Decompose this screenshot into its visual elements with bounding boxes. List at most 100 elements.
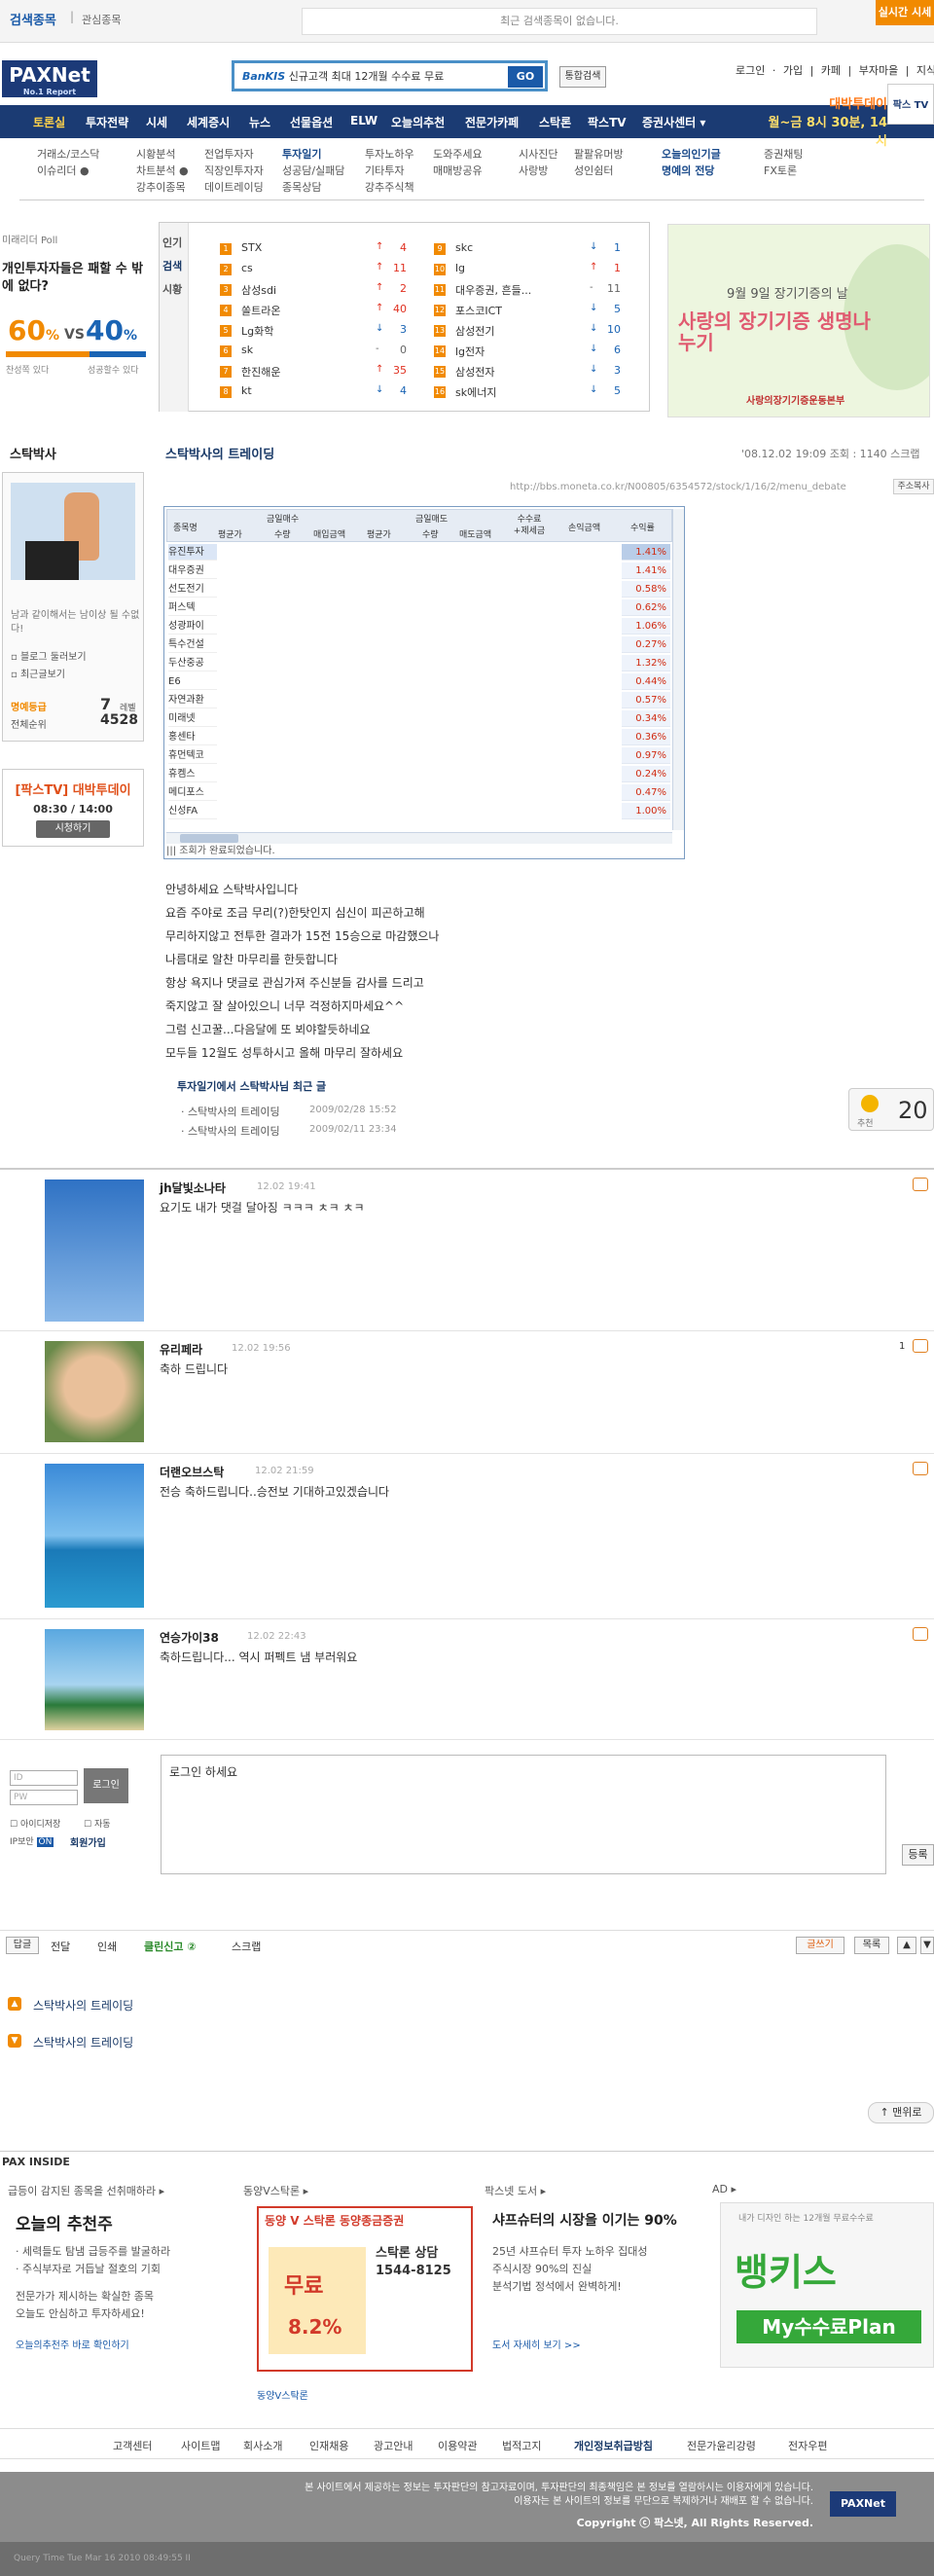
- subnav-link[interactable]: FX토론: [764, 163, 803, 179]
- grid-horizontal-scrollbar[interactable]: [166, 832, 672, 844]
- ip-security[interactable]: IP보안 ON: [10, 1834, 54, 1847]
- rank-row[interactable]: 11 대우증권, 흔들... - 11: [434, 281, 638, 301]
- tab-popular[interactable]: 인기: [162, 235, 182, 250]
- subnav-link[interactable]: 명예의 전당: [662, 163, 721, 179]
- watch-button[interactable]: 시청하기: [36, 820, 110, 838]
- scroll-thumb[interactable]: [180, 834, 238, 843]
- comment-submit-button[interactable]: 등록: [902, 1844, 934, 1866]
- tab-search-stocks[interactable]: 검색종목: [10, 10, 56, 28]
- comment-action-icon[interactable]: [913, 1178, 928, 1191]
- grid-stock-name[interactable]: 대우증권: [168, 562, 217, 579]
- rank-row[interactable]: 15 삼성전자 ↓ 3: [434, 363, 638, 382]
- picks-link[interactable]: 오늘의추천주 바로 확인하기: [16, 2337, 129, 2351]
- rank-row[interactable]: 4 쏠트라온 ↑ 40: [220, 302, 424, 321]
- rank-row[interactable]: 7 한진해운 ↑ 35: [220, 363, 424, 382]
- comment-author[interactable]: jh달빛소나타: [160, 1179, 226, 1196]
- prev-post-button[interactable]: ▲: [897, 1937, 916, 1954]
- tab-market[interactable]: 시황: [162, 281, 182, 297]
- signup-link[interactable]: 회원가입: [70, 1834, 106, 1849]
- rank-row[interactable]: 13 삼성전기 ↓ 10: [434, 322, 638, 342]
- grid-stock-name[interactable]: 특수건설: [168, 636, 217, 653]
- comment-author[interactable]: 연승가이38: [160, 1629, 219, 1646]
- nav-item-stockloan[interactable]: 스탁론: [539, 114, 571, 130]
- search-go-button[interactable]: GO: [508, 66, 543, 88]
- password-field[interactable]: PW: [10, 1790, 78, 1805]
- subnav-link[interactable]: 투자노하우: [365, 146, 414, 163]
- subnav-link[interactable]: 시사진단: [519, 146, 557, 163]
- nav-item-picks[interactable]: 오늘의추천: [391, 114, 445, 130]
- nav-item-paxtv[interactable]: 팍스TV: [588, 114, 627, 130]
- back-to-top-button[interactable]: ↑ 맨위로: [868, 2102, 934, 2123]
- stockloan-link[interactable]: 동양V스탁론: [257, 2387, 308, 2402]
- footer-link[interactable]: 회사소개: [243, 2438, 282, 2453]
- author-name[interactable]: 스탁박사: [10, 444, 56, 462]
- forward-button[interactable]: 전달: [51, 1939, 70, 1954]
- rank-row[interactable]: 16 sk에너지 ↓ 5: [434, 383, 638, 403]
- nav-item-futures[interactable]: 선물옵션: [290, 114, 333, 130]
- grid-stock-name[interactable]: 두산중공: [168, 655, 217, 671]
- subnav-link[interactable]: 투자일기: [282, 146, 344, 163]
- grid-stock-name[interactable]: 선도전기: [168, 581, 217, 598]
- subnav-link[interactable]: 강추주식책: [365, 179, 414, 196]
- grid-stock-name[interactable]: 휴켐스: [168, 766, 217, 782]
- subnav-link[interactable]: 거래소/코스닥: [37, 146, 99, 163]
- grid-stock-name[interactable]: 자연과환: [168, 692, 217, 708]
- next-post-button[interactable]: ▼: [920, 1937, 934, 1954]
- recent-post-item[interactable]: · 스탁박사의 트레이딩: [181, 1123, 280, 1139]
- grid-stock-name[interactable]: 홍센타: [168, 729, 217, 745]
- subnav-link[interactable]: 성공담/실패담: [282, 163, 344, 179]
- grid-stock-name[interactable]: 신성FA: [168, 803, 217, 819]
- footer-link[interactable]: 사이트맵: [181, 2438, 220, 2453]
- subnav-link[interactable]: 전업투자자: [204, 146, 264, 163]
- scrap-button[interactable]: 스크랩: [232, 1939, 261, 1954]
- books-title[interactable]: 샤프슈터의 시장을 이기는 90%: [492, 2210, 677, 2230]
- subnav-link[interactable]: 사랑방: [519, 163, 557, 179]
- site-logo[interactable]: PAXNet No.1 Report: [2, 60, 97, 97]
- grid-stock-name[interactable]: 미래넷: [168, 710, 217, 727]
- nav-item-expert[interactable]: 전문가카페: [465, 114, 519, 130]
- rank-row[interactable]: 8 kt ↓ 4: [220, 383, 424, 403]
- rank-row[interactable]: 14 lg전자 ↓ 6: [434, 343, 638, 362]
- tab-watchlist[interactable]: 관심종목: [82, 12, 121, 27]
- picks-head[interactable]: 급등이 감지된 종목을 선취매하라 ▸: [8, 2183, 227, 2198]
- search-box[interactable]: BanKIS 신규고객 최대 12개월 수수료 무료 GO: [232, 60, 548, 91]
- footer-link[interactable]: 이용약관: [438, 2438, 477, 2453]
- footer-link[interactable]: 전자우편: [788, 2438, 827, 2453]
- subnav-link[interactable]: 직장인투자자: [204, 163, 264, 179]
- grid-stock-name[interactable]: 성광파이: [168, 618, 217, 635]
- subnav-link[interactable]: 도와주세요: [433, 146, 483, 163]
- nav-item-strategy[interactable]: 투자전략: [86, 114, 128, 130]
- subnav-link[interactable]: 데이트레이딩: [204, 179, 264, 196]
- books-head[interactable]: 팍스넷 도서 ▸: [485, 2183, 703, 2198]
- print-button[interactable]: 인쇄: [97, 1939, 117, 1954]
- rank-row[interactable]: 2 cs ↑ 11: [220, 261, 424, 280]
- comment-author[interactable]: 더랜오브스탁: [160, 1464, 224, 1480]
- nav-item-world[interactable]: 세계증시: [187, 114, 230, 130]
- footer-link[interactable]: 고객센터: [113, 2438, 152, 2453]
- comment-action-icon[interactable]: [913, 1462, 928, 1475]
- grid-stock-name[interactable]: 유진투자: [168, 544, 217, 561]
- tab-search[interactable]: 검색: [162, 258, 182, 273]
- subnav-link[interactable]: 시황분석: [136, 146, 189, 163]
- rank-row[interactable]: 5 Lg화학 ↓ 3: [220, 322, 424, 342]
- footer-link[interactable]: 광고안내: [374, 2438, 413, 2453]
- bankis-ad[interactable]: 내가 디자인 하는 12개월 무료수수료 뱅키스 My수수료Plan: [720, 2202, 934, 2368]
- footer-link[interactable]: 법적고지: [502, 2438, 541, 2453]
- auto-login-checkbox[interactable]: ☐ 자동: [84, 1817, 111, 1830]
- recommend-button[interactable]: 추천 20: [848, 1088, 934, 1131]
- rank-row[interactable]: 10 lg ↑ 1: [434, 261, 638, 280]
- recent-posts-title[interactable]: 투자일기에서 스탁박사님 최근 글: [177, 1078, 326, 1094]
- nav-item-quotes[interactable]: 시세: [146, 114, 167, 130]
- subnav-link[interactable]: 오늘의인기글: [662, 146, 721, 163]
- rank-row[interactable]: 6 sk - 0: [220, 343, 424, 362]
- nav-item-news[interactable]: 뉴스: [249, 114, 270, 130]
- comment-action-icon[interactable]: [913, 1339, 928, 1353]
- books-link[interactable]: 도서 자세히 보기 >>: [492, 2337, 581, 2351]
- save-id-checkbox[interactable]: ☐ 아이디저장: [10, 1817, 60, 1830]
- login-button[interactable]: 로그인: [84, 1768, 128, 1803]
- blog-link[interactable]: ▫ 블로그 둘러보기: [11, 648, 87, 663]
- subnav-link[interactable]: 성인쉼터: [574, 163, 624, 179]
- subnav-link[interactable]: 증권채팅: [764, 146, 803, 163]
- utility-links[interactable]: 로그인 · 가입 | 카페 | 부자마을 | 지식인 | 사: [736, 62, 934, 78]
- report-button[interactable]: 클린신고 ②: [144, 1939, 197, 1954]
